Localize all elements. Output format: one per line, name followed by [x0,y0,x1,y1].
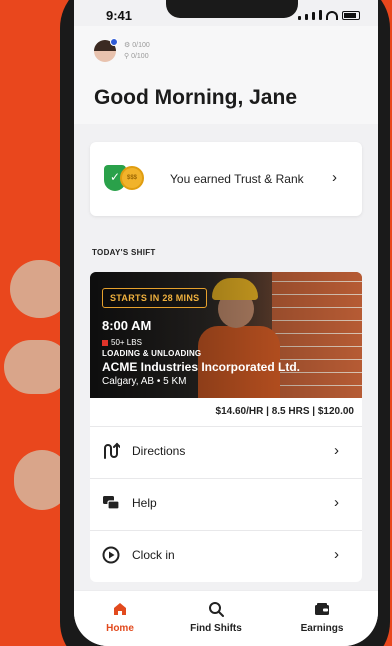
trust-rank-card[interactable]: ✓ $$$ You earned Trust & Rank › [90,142,362,216]
signal-icon [298,16,301,20]
status-dot [110,38,118,46]
signal-icon [305,14,308,20]
shift-company: ACME Industries Incorporated Ltd. [102,360,301,374]
weight-tag: 50+ LBS [102,338,142,347]
shift-card[interactable]: STARTS IN 28 MINS 8:00 AM 50+ LBS LOADIN… [90,272,362,582]
trust-rank-label: You earned Trust & Rank [170,172,304,186]
greeting: Good Morning, Jane [94,86,297,109]
status-time: 9:41 [106,8,133,23]
status-icons [298,10,360,20]
chevron-right-icon: › [334,442,339,459]
wallet-icon [315,603,329,615]
stat-trust: ⚙ 0/100 [124,42,150,49]
tab-find-shifts[interactable]: Find Shifts [176,591,256,646]
chat-icon [103,496,120,510]
tab-find-shifts-label: Find Shifts [190,623,242,634]
help-row[interactable]: Help › [90,480,362,530]
battery-icon [342,11,360,20]
tab-earnings-label: Earnings [300,623,344,634]
clock-in-label: Clock in [132,548,175,562]
shift-time: 8:00 AM [102,318,152,333]
shift-location: Calgary, AB • 5 KM [102,376,187,387]
tab-home-label: Home [106,623,134,634]
phone-screen: 9:41 ⚙ 0/100 ⚲ 0/100 Good Morning, Jane … [74,0,378,646]
header: ⚙ 0/100 ⚲ 0/100 Good Morning, Jane [74,26,378,124]
shift-image: STARTS IN 28 MINS 8:00 AM 50+ LBS LOADIN… [90,272,362,398]
shift-category: LOADING & UNLOADING [102,349,202,358]
search-icon [209,602,224,617]
section-label: TODAY'S SHIFT [92,248,156,257]
signal-icon [319,10,322,20]
stat-rank-value: 0/100 [131,53,149,60]
divider [90,426,362,427]
chevron-right-icon: › [334,546,339,563]
divider [90,530,362,531]
starts-badge: STARTS IN 28 MINS [102,288,208,308]
coin-icon: $$$ [120,166,144,190]
notch [166,0,298,18]
stat-trust-value: 0/100 [132,42,150,49]
chevron-right-icon: › [334,494,339,511]
directions-row[interactable]: Directions › [90,428,362,478]
directions-icon [104,442,120,459]
wifi-icon [326,11,338,20]
stat-rank: ⚲ 0/100 [124,53,149,60]
shift-pay: $14.60/HR | 8.5 HRS | $120.00 [215,406,354,417]
tab-earnings[interactable]: Earnings [282,591,362,646]
clock-in-row[interactable]: Clock in › [90,532,362,582]
tab-home[interactable]: Home [80,591,160,646]
tab-bar: Home Find Shifts Earnings [74,590,378,646]
directions-label: Directions [132,444,186,458]
home-icon [114,603,126,615]
divider [90,478,362,479]
chevron-right-icon: › [332,169,337,186]
weight-label: 50+ LBS [111,338,142,347]
help-label: Help [132,496,157,510]
signal-icon [312,12,315,20]
play-circle-icon [102,546,120,564]
weight-icon [102,339,108,346]
